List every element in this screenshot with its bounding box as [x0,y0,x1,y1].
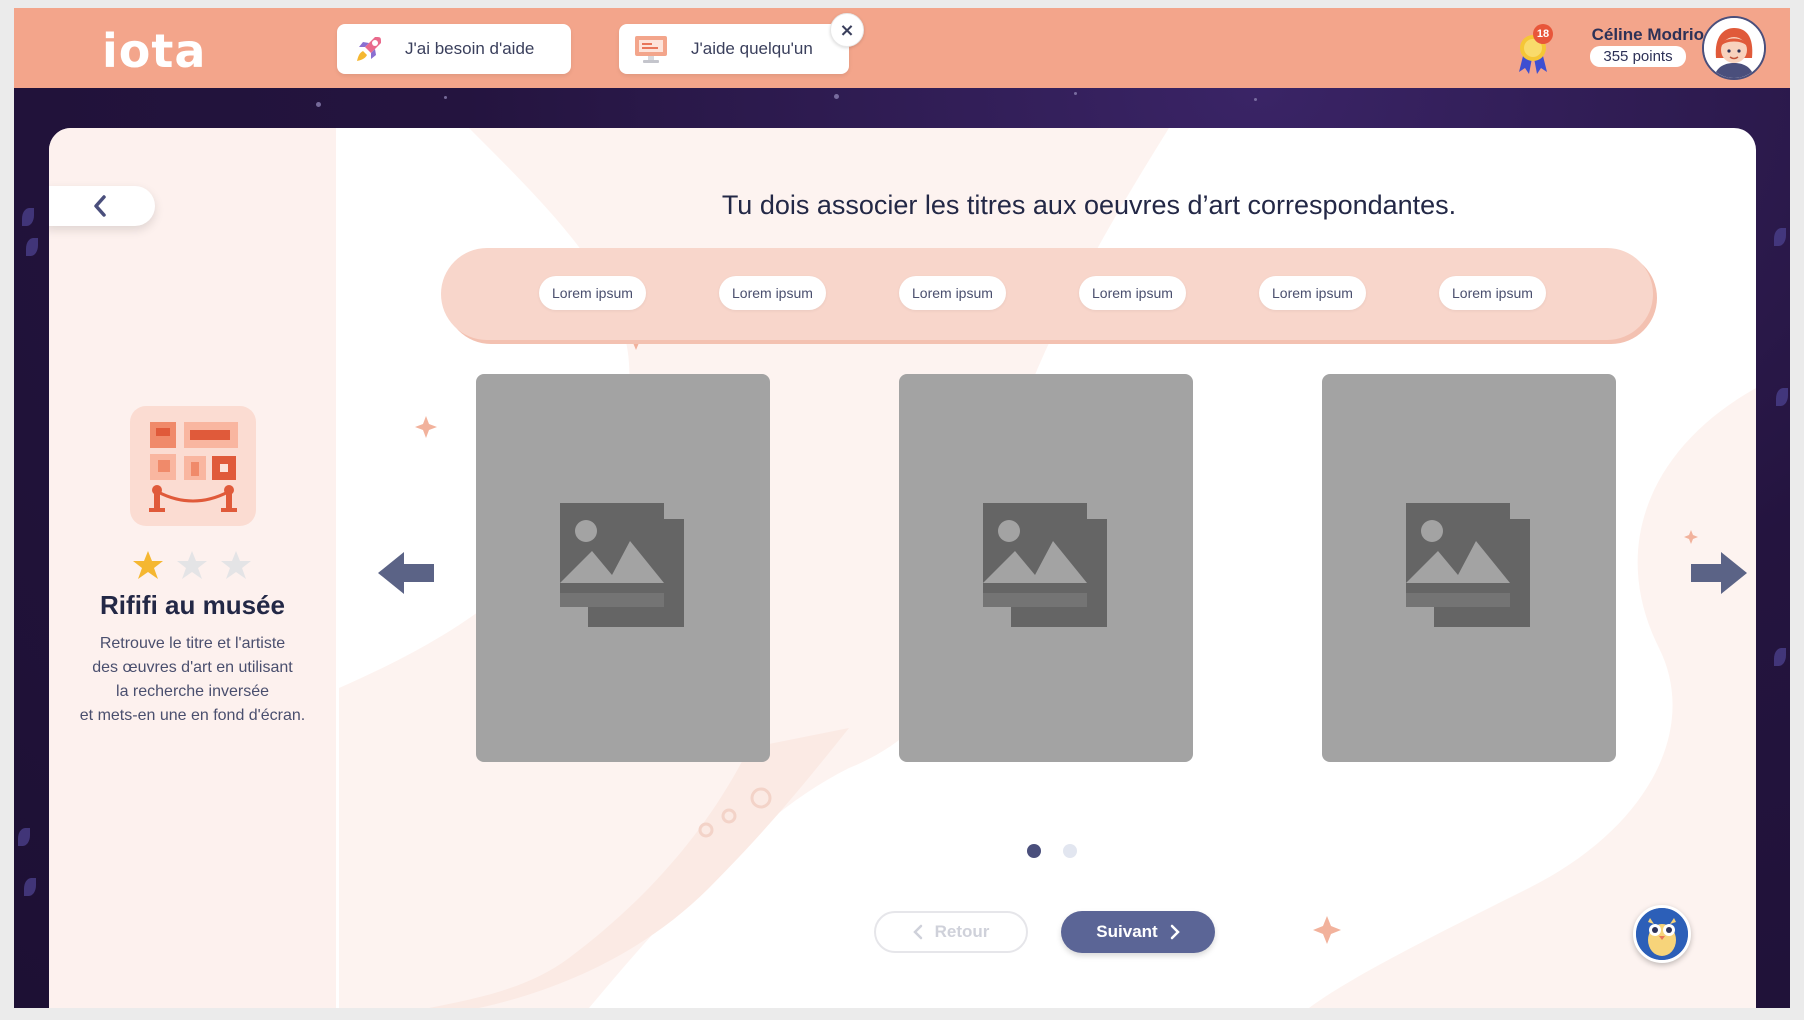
owl-mascot-icon[interactable] [1633,905,1691,963]
activity-title: Rififi au musée [100,590,285,620]
exercise-instruction: Tu dois associer les titres aux oeuvres … [721,190,1457,220]
activity-description: Retrouve le titre et l'artiste des œuvre… [79,635,306,724]
suivant-label: Suivant [1096,922,1158,941]
artwork-placeholder[interactable] [1322,374,1616,762]
image-placeholder-icon [1404,501,1534,635]
titles-bar: Lorem ipsum Lorem ipsum Lorem ipsum Lore… [441,248,1653,340]
museum-icon [130,406,256,526]
artwork-placeholder[interactable] [476,374,770,762]
title-chip[interactable]: Lorem ipsum [1259,276,1366,310]
pagination-dot-active[interactable] [1027,844,1041,858]
star-icon-filled [132,550,164,584]
help-offer-label: J'aide quelqu'un [691,39,813,58]
chevron-right-icon [1170,924,1180,940]
back-button[interactable] [49,186,155,226]
star-icon-empty [220,550,252,584]
monitor-icon [633,33,669,65]
title-chip[interactable]: Lorem ipsum [539,276,646,310]
star-icon-empty [176,550,208,584]
top-header: iota J'ai besoin d'aide J'aide quelqu'un… [14,8,1790,88]
title-chip[interactable]: Lorem ipsum [1439,276,1546,310]
title-chip[interactable]: Lorem ipsum [719,276,826,310]
arrow-left-icon[interactable] [376,550,436,596]
artwork-placeholder[interactable] [899,374,1193,762]
difficulty-rating [132,550,252,584]
user-name: Céline Modrio [1591,25,1704,44]
iota-logo[interactable]: iota [102,24,206,78]
avatar[interactable] [1702,16,1766,80]
medal-icon[interactable]: 18 [1515,24,1553,74]
image-placeholder-icon [981,501,1111,635]
help-request-label: J'ai besoin d'aide [405,39,535,58]
chevron-left-icon [92,194,108,218]
app-window: iota J'ai besoin d'aide J'aide quelqu'un… [14,8,1790,1008]
retour-button[interactable]: Retour [874,911,1028,953]
help-offer-button[interactable]: J'aide quelqu'un [619,24,849,74]
arrow-right-icon[interactable] [1689,550,1749,596]
image-placeholder-icon [558,501,688,635]
rocket-icon [353,33,385,65]
activity-card: Rififi au musée Retrouve le titre et l'a… [49,128,1756,1008]
pagination-dot[interactable] [1063,844,1077,858]
suivant-button[interactable]: Suivant [1061,911,1215,953]
user-points: 355 points [1590,46,1686,67]
title-chip[interactable]: Lorem ipsum [899,276,1006,310]
badge-count: 18 [1533,24,1553,44]
title-chip[interactable]: Lorem ipsum [1079,276,1186,310]
help-request-button[interactable]: J'ai besoin d'aide [337,24,571,74]
close-icon[interactable]: × [830,13,864,47]
retour-label: Retour [934,922,990,941]
chevron-left-icon [912,924,923,940]
